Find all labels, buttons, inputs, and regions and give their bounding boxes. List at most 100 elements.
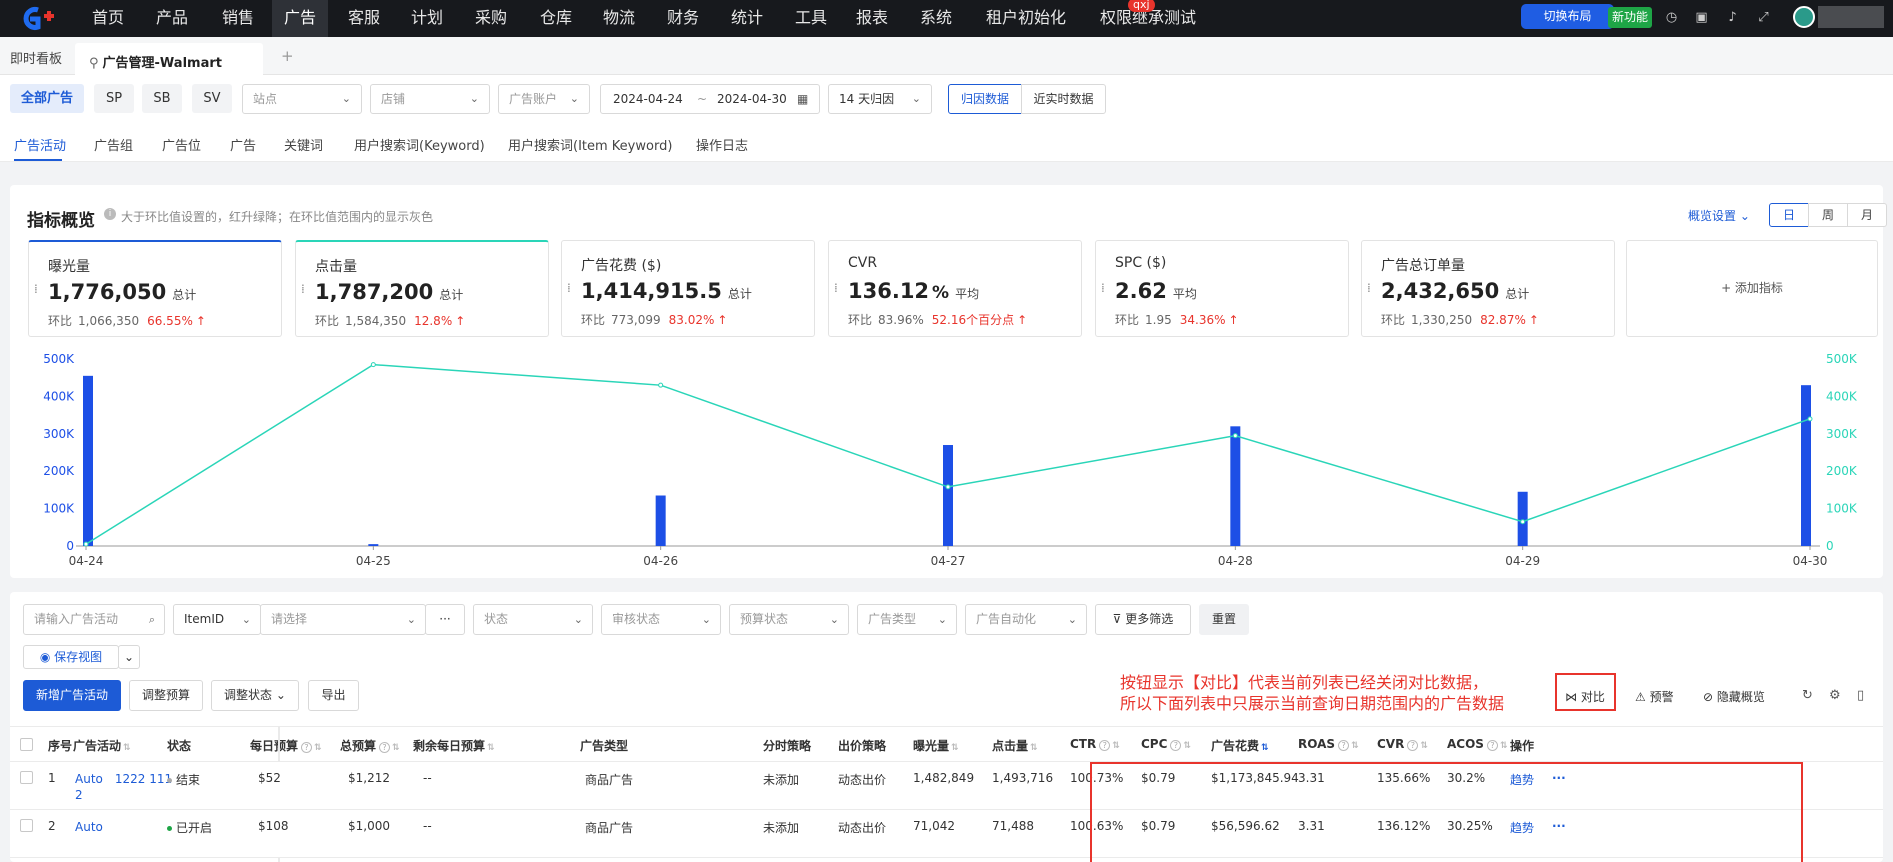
expand-icon[interactable]: ⤢ — [1755, 9, 1772, 26]
date-range-picker[interactable]: 2024-04-24 ~ 2024-04-30 ▦ — [600, 84, 820, 114]
chart-point[interactable] — [370, 362, 376, 368]
chart-bar[interactable] — [1517, 491, 1528, 546]
more-filters-button[interactable]: ⊽ 更多筛选 — [1095, 604, 1191, 635]
attribution-select[interactable]: 14 天归因 ⌄ — [828, 84, 932, 114]
user-name-block[interactable] — [1818, 6, 1884, 28]
nav-item-14[interactable]: 租户初始化 — [974, 0, 1078, 37]
export-button[interactable]: 导出 — [308, 680, 359, 711]
book-icon[interactable]: ▯ — [1857, 688, 1864, 703]
gear-icon[interactable]: ⚙ — [1829, 688, 1841, 703]
ad-type-sv[interactable]: SV — [192, 84, 232, 113]
campaign-link[interactable]: Auto — [75, 819, 103, 835]
help-icon[interactable]: ? — [1170, 740, 1182, 751]
help-icon[interactable]: ? — [1407, 740, 1419, 751]
avatar[interactable] — [1793, 6, 1815, 28]
bell-icon[interactable]: ♪ — [1724, 9, 1741, 26]
tab-ad-management[interactable]: ⚲ 广告管理-Walmart — [75, 43, 263, 75]
row-checkbox[interactable] — [20, 771, 33, 784]
metric-card[interactable]: 广告总订单量 ⁞ 2,432,650 总计 环比 1,330,250 82.87% ↑ — [1361, 240, 1615, 337]
compare-button[interactable]: ⋈ 对比 — [1565, 688, 1605, 705]
sort-icon[interactable]: ⇅ — [1183, 741, 1191, 751]
column-header[interactable]: CVR? ⇅ — [1377, 737, 1428, 751]
realtime-data-button[interactable]: 近实时数据 — [1021, 84, 1106, 114]
add-tab-button[interactable]: + — [281, 47, 294, 65]
column-header[interactable]: 每日预算? ⇅ — [250, 737, 322, 754]
drag-handle-icon[interactable]: ⁞ — [1367, 282, 1371, 294]
chart-point[interactable] — [1232, 433, 1238, 439]
chart-point[interactable] — [83, 541, 89, 547]
site-select[interactable]: 站点 ⌄ — [242, 84, 362, 114]
automation-select[interactable]: 广告自动化 ⌄ — [965, 604, 1087, 635]
sort-icon[interactable]: ⇅ — [123, 743, 131, 753]
help-icon[interactable]: ? — [379, 742, 391, 753]
more-options-button[interactable]: ··· — [425, 604, 465, 635]
nav-item-6[interactable]: 采购 — [463, 0, 519, 37]
nav-item-11[interactable]: 工具 — [783, 0, 839, 37]
attribution-data-button[interactable]: 归因数据 — [948, 84, 1022, 114]
adjust-status-button[interactable]: 调整状态 ⌄ — [211, 680, 299, 711]
column-header[interactable]: 总预算? ⇅ — [340, 737, 400, 754]
metric-card[interactable]: 点击量 ⁞ 1,787,200 总计 环比 1,584,350 12.8% ↑ — [295, 240, 549, 337]
sort-icon[interactable]: ⇅ — [1261, 743, 1269, 753]
nav-item-0[interactable]: 首页 — [80, 0, 136, 37]
sort-icon[interactable]: ⇅ — [1500, 741, 1508, 751]
period-month[interactable]: 月 — [1847, 203, 1887, 227]
chart-bar[interactable] — [655, 495, 666, 546]
chart-bar[interactable] — [368, 544, 379, 546]
chart-bar[interactable] — [943, 445, 953, 546]
column-header[interactable]: 广告活动 ⇅ — [73, 737, 131, 754]
metric-card[interactable]: 曝光量 ⁞ 1,776,050 总计 环比 1,066,350 66.55% ↑ — [28, 240, 282, 337]
date-start[interactable]: 2024-04-24 — [613, 85, 683, 113]
hide-overview-button[interactable]: ⊘ 隐藏概览 — [1703, 688, 1765, 705]
subtab-campaign[interactable]: 广告活动 — [14, 135, 66, 154]
logo-icon[interactable] — [16, 5, 60, 32]
column-header[interactable]: ACOS? ⇅ — [1447, 737, 1507, 751]
sort-icon[interactable]: ⇅ — [392, 743, 400, 753]
help-icon[interactable]: ? — [1099, 740, 1111, 751]
overview-settings-button[interactable]: 概览设置 ⌄ — [1688, 207, 1750, 224]
sort-icon[interactable]: ⇅ — [951, 743, 959, 753]
help-icon[interactable]: ? — [1486, 740, 1498, 751]
chart-point[interactable] — [658, 382, 664, 388]
nav-item-2[interactable]: 销售 — [210, 0, 266, 37]
add-metric-button[interactable]: + 添加指标 — [1626, 240, 1878, 337]
subtab-ad-group[interactable]: 广告组 — [94, 135, 133, 154]
review-status-select[interactable]: 审核状态 ⌄ — [601, 604, 721, 635]
ad-type-sp[interactable]: SP — [94, 84, 134, 113]
campaign-link[interactable]: Auto 1222 111 2 — [75, 771, 172, 803]
metric-card[interactable]: SPC ($) ⁞ 2.62 平均 环比 1.95 34.36% ↑ — [1095, 240, 1349, 337]
column-header[interactable]: ROAS? ⇅ — [1298, 737, 1359, 751]
calendar-check-icon[interactable]: ▣ — [1693, 9, 1710, 26]
refresh-icon[interactable]: ↻ — [1802, 688, 1813, 703]
alert-button[interactable]: ⚠ 预警 — [1635, 688, 1674, 705]
account-select[interactable]: 广告账户 ⌄ — [498, 84, 590, 114]
new-campaign-button[interactable]: 新增广告活动 — [23, 680, 121, 711]
chart-bar[interactable] — [83, 375, 93, 546]
drag-handle-icon[interactable]: ⁞ — [1101, 282, 1105, 294]
sort-icon[interactable]: ⇅ — [1112, 741, 1120, 751]
sort-icon[interactable]: ⇅ — [1030, 743, 1038, 753]
ad-type-sb[interactable]: SB — [142, 84, 182, 113]
nav-item-4[interactable]: 客服 — [336, 0, 392, 37]
drag-handle-icon[interactable]: ⁞ — [834, 282, 838, 294]
store-select[interactable]: 店铺 ⌄ — [370, 84, 490, 114]
subtab-placement[interactable]: 广告位 — [162, 135, 201, 154]
date-end[interactable]: 2024-04-30 — [717, 85, 787, 113]
subtab-keyword[interactable]: 关键词 — [284, 135, 323, 154]
row-checkbox[interactable] — [20, 819, 33, 832]
save-view-dropdown[interactable]: ⌄ — [118, 645, 140, 669]
sort-icon[interactable]: ⇅ — [487, 743, 495, 753]
save-view-button[interactable]: ◉ 保存视图 — [23, 645, 119, 669]
column-header[interactable]: CPC? ⇅ — [1141, 737, 1191, 751]
subtab-search-term-keyword[interactable]: 用户搜索词(Keyword) — [354, 135, 485, 154]
chart-bar[interactable] — [1230, 426, 1241, 546]
budget-status-select[interactable]: 预算状态 ⌄ — [729, 604, 849, 635]
chart-bar[interactable] — [1801, 385, 1811, 546]
status-select[interactable]: 状态 ⌄ — [473, 604, 593, 635]
new-feature-button[interactable]: 新功能 — [1608, 7, 1652, 28]
chart-point[interactable] — [945, 484, 951, 490]
subtab-operation-log[interactable]: 操作日志 — [696, 135, 748, 154]
sort-icon[interactable]: ⇅ — [1420, 741, 1428, 751]
tab-dashboard[interactable]: 即时看板 — [10, 48, 62, 67]
nav-item-3[interactable]: 广告 — [272, 0, 329, 37]
